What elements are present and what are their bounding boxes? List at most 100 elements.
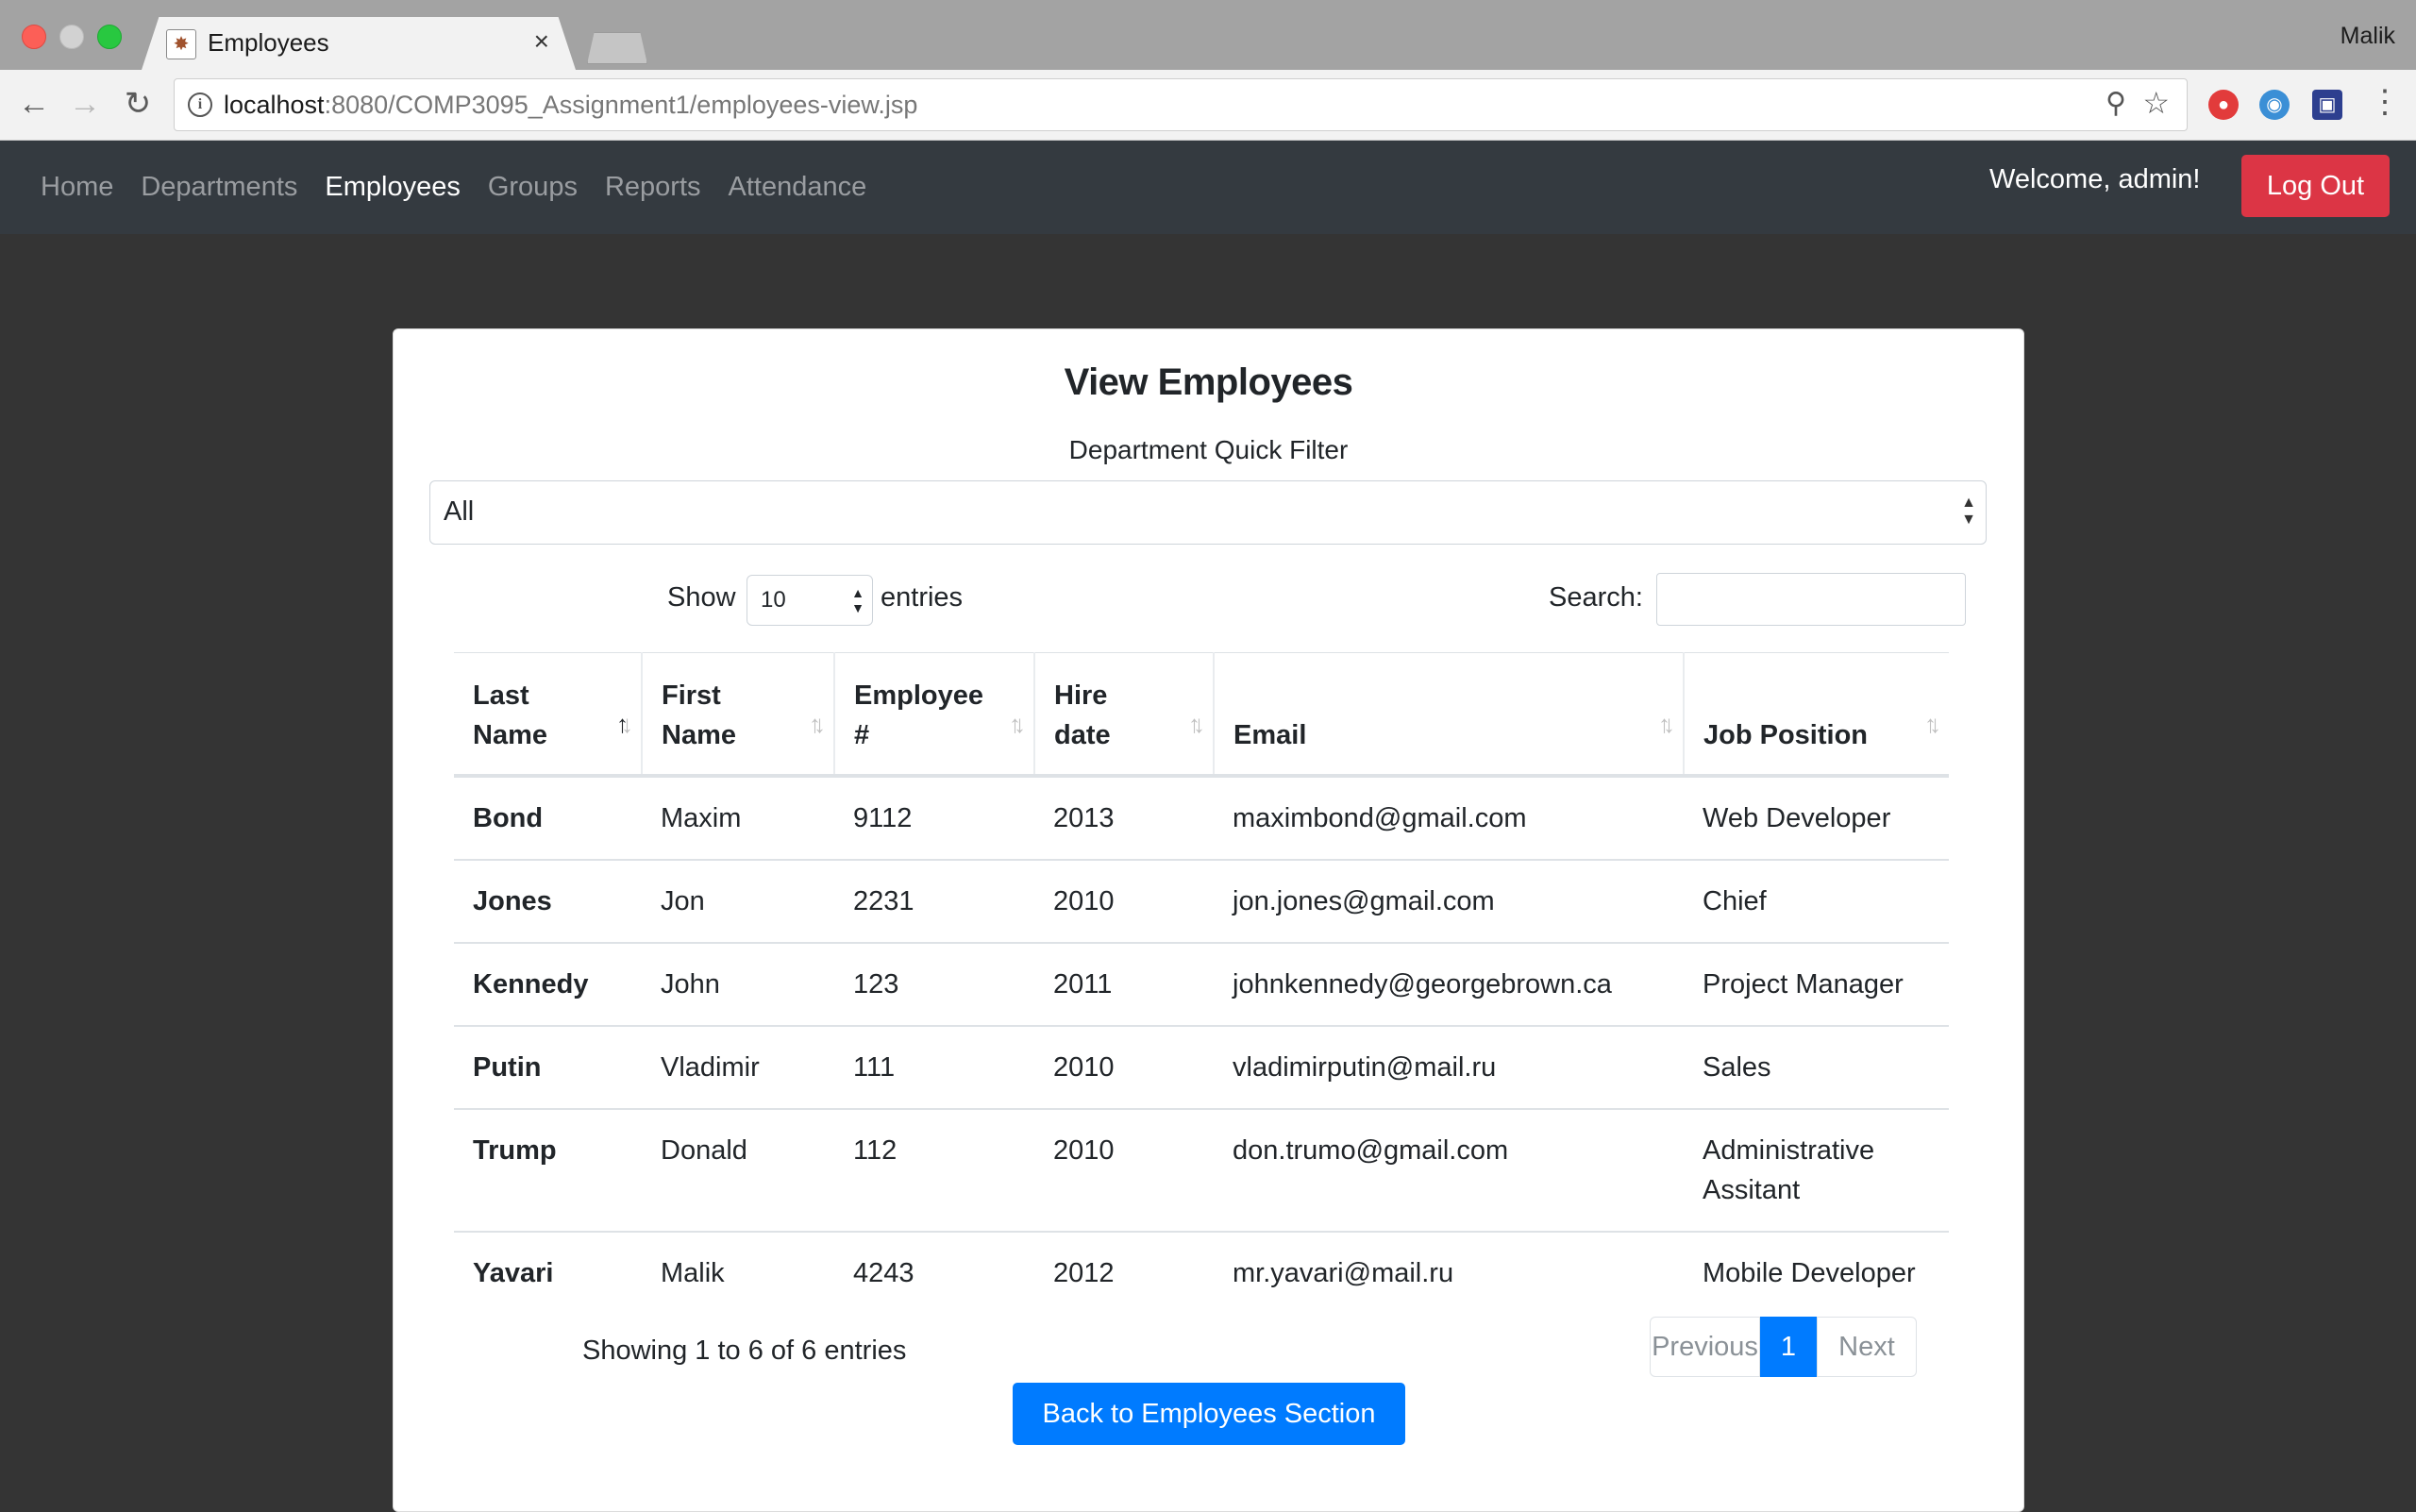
- url-host: localhost: [224, 91, 325, 119]
- sort-icon: ↑↓: [1188, 710, 1205, 738]
- zoom-icon[interactable]: ⚲: [2106, 87, 2126, 120]
- browser-profile-name[interactable]: Malik: [2340, 23, 2395, 50]
- reload-icon[interactable]: ↻: [117, 83, 159, 125]
- search-input[interactable]: [1656, 573, 1966, 626]
- new-tab-button[interactable]: [587, 32, 647, 64]
- tab-close-icon[interactable]: ×: [534, 26, 549, 57]
- tab-title: Employees: [208, 28, 329, 57]
- address-bar[interactable]: i localhost:8080/COMP3095_Assignment1/em…: [174, 78, 2188, 131]
- select-arrows-icon: ▲ ▼: [1961, 495, 1976, 528]
- page-length-select[interactable]: 10 ▲ ▼: [747, 575, 873, 626]
- cell-email: vladimirputin@mail.ru: [1214, 1025, 1684, 1109]
- pagination-previous-button[interactable]: Previous: [1650, 1317, 1760, 1377]
- back-to-employees-button[interactable]: Back to Employees Section: [1013, 1383, 1405, 1445]
- browser-tab[interactable]: ✸ Employees ×: [142, 17, 576, 70]
- nav-link-reports[interactable]: Reports: [605, 172, 701, 203]
- cell-first-name: Vladimir: [642, 1025, 834, 1109]
- column-header-last-name[interactable]: Last Name ↑↓: [454, 652, 642, 778]
- department-filter-value: All: [444, 496, 475, 527]
- table-row: Bond Maxim 9112 2013 maximbond@gmail.com…: [454, 775, 1949, 860]
- search-label: Search:: [1549, 582, 1643, 613]
- sort-ascending-icon: ↑↓: [616, 710, 633, 738]
- extension-globe-icon[interactable]: ◉: [2259, 90, 2290, 120]
- column-header-hire-date[interactable]: Hire date ↑↓: [1033, 652, 1214, 778]
- tomcat-favicon-icon: ✸: [166, 29, 196, 59]
- cell-last-name: Putin: [454, 1025, 642, 1109]
- cell-employee-number: 111: [834, 1025, 1034, 1109]
- cell-email: jon.jones@gmail.com: [1214, 859, 1684, 943]
- cell-email: mr.yavari@mail.ru: [1214, 1231, 1684, 1314]
- cell-job-position: Web Developer: [1684, 775, 1949, 860]
- window-maximize-button[interactable]: [97, 25, 122, 49]
- window-close-button[interactable]: [22, 25, 46, 49]
- cell-hire-date: 2010: [1034, 1025, 1214, 1109]
- browser-toolbar: ← → ↻ i localhost:8080/COMP3095_Assignme…: [0, 70, 2416, 141]
- cell-employee-number: 9112: [834, 775, 1034, 860]
- table-row: Putin Vladimir 111 2010 vladimirputin@ma…: [454, 1025, 1949, 1109]
- entries-label: entries: [881, 582, 964, 613]
- cell-first-name: Maxim: [642, 775, 834, 860]
- cell-last-name: Bond: [454, 775, 642, 860]
- cell-last-name: Jones: [454, 859, 642, 943]
- cell-job-position: Project Manager: [1684, 942, 1949, 1026]
- cell-email: maximbond@gmail.com: [1214, 775, 1684, 860]
- extension-red-icon[interactable]: ●: [2208, 90, 2239, 120]
- employees-table: Last Name ↑↓ First Name ↑↓ Employee # ↑↓…: [454, 652, 1949, 1314]
- table-header-row: Last Name ↑↓ First Name ↑↓ Employee # ↑↓…: [454, 652, 1949, 778]
- employees-card: View Employees Department Quick Filter A…: [393, 328, 2024, 1512]
- nav-links: Home Departments Employees Groups Report…: [41, 141, 894, 234]
- pagination-page-1[interactable]: 1: [1760, 1317, 1817, 1377]
- column-header-email[interactable]: Email ↑↓: [1213, 652, 1684, 778]
- select-arrows-icon: ▲ ▼: [851, 585, 864, 615]
- nav-link-employees[interactable]: Employees: [325, 172, 460, 203]
- browser-menu-icon[interactable]: ⋮: [2369, 83, 2401, 121]
- cell-hire-date: 2010: [1034, 1108, 1214, 1232]
- window-minimize-button[interactable]: [59, 25, 84, 49]
- cell-last-name: Yavari: [454, 1231, 642, 1314]
- nav-link-attendance[interactable]: Attendance: [729, 172, 867, 203]
- page-title: View Employees: [1064, 361, 1353, 403]
- nav-link-departments[interactable]: Departments: [141, 172, 297, 203]
- cell-employee-number: 112: [834, 1108, 1034, 1232]
- pagination-next-button[interactable]: Next: [1817, 1317, 1917, 1377]
- show-label: Show: [667, 582, 736, 613]
- table-row: Trump Donald 112 2010 don.trumo@gmail.co…: [454, 1108, 1949, 1232]
- cell-job-position: Sales: [1684, 1025, 1949, 1109]
- forward-arrow-icon[interactable]: →: [64, 83, 106, 125]
- sort-icon: ↑↓: [809, 710, 826, 738]
- browser-titlebar: ✸ Employees × Malik: [0, 0, 2416, 70]
- welcome-text: Welcome, admin!: [1989, 164, 2201, 194]
- url-text[interactable]: localhost:8080/COMP3095_Assignment1/empl…: [224, 91, 917, 120]
- cell-job-position: Mobile Developer: [1684, 1231, 1949, 1314]
- sort-icon: ↑↓: [1924, 710, 1941, 738]
- cell-hire-date: 2013: [1034, 775, 1214, 860]
- cell-email: johnkennedy@georgebrown.ca: [1214, 942, 1684, 1026]
- column-header-job-position[interactable]: Job Position ↑↓: [1683, 652, 1949, 778]
- cell-email: don.trumo@gmail.com: [1214, 1108, 1684, 1232]
- table-row: Jones Jon 2231 2010 jon.jones@gmail.com …: [454, 859, 1949, 943]
- department-filter-label: Department Quick Filter: [1068, 435, 1349, 464]
- cell-first-name: John: [642, 942, 834, 1026]
- department-filter-select[interactable]: All ▲ ▼: [429, 480, 1987, 545]
- table-row: Yavari Malik 4243 2012 mr.yavari@mail.ru…: [454, 1231, 1949, 1314]
- cell-hire-date: 2012: [1034, 1231, 1214, 1314]
- cell-employee-number: 4243: [834, 1231, 1034, 1314]
- cell-employee-number: 2231: [834, 859, 1034, 943]
- site-info-icon[interactable]: i: [188, 92, 212, 117]
- nav-link-home[interactable]: Home: [41, 172, 113, 203]
- bookmark-star-icon[interactable]: ☆: [2142, 85, 2170, 121]
- nav-link-groups[interactable]: Groups: [488, 172, 578, 203]
- logout-button[interactable]: Log Out: [2241, 155, 2390, 217]
- cell-first-name: Donald: [642, 1108, 834, 1232]
- cell-job-position: Chief: [1684, 859, 1949, 943]
- column-header-first-name[interactable]: First Name ↑↓: [641, 652, 834, 778]
- pagination: Previous 1 Next: [1650, 1317, 1917, 1377]
- column-header-employee-number[interactable]: Employee # ↑↓: [833, 652, 1034, 778]
- sort-icon: ↑↓: [1658, 710, 1675, 738]
- table-row: Kennedy John 123 2011 johnkennedy@george…: [454, 942, 1949, 1026]
- cell-first-name: Malik: [642, 1231, 834, 1314]
- url-path: :8080/COMP3095_Assignment1/employees-vie…: [324, 91, 918, 119]
- extension-blue-icon[interactable]: ▣: [2312, 90, 2342, 120]
- back-arrow-icon[interactable]: ←: [13, 83, 55, 125]
- cell-hire-date: 2011: [1034, 942, 1214, 1026]
